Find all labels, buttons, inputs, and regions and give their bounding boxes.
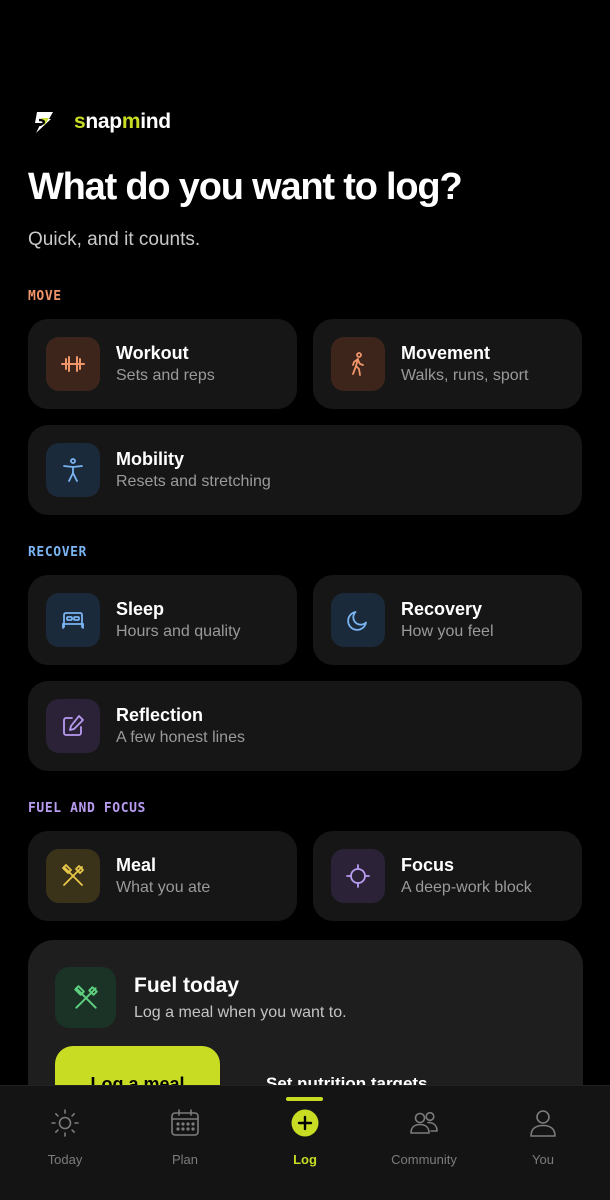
log-screen: snapmind What do you want to log? Quick,…	[0, 0, 610, 1200]
tab-label: Log	[293, 1152, 317, 1167]
focus-icon-box	[331, 849, 385, 903]
walking-icon	[352, 352, 364, 376]
calendar-icon	[171, 1109, 199, 1136]
card-subtitle: Sets and reps	[116, 367, 215, 384]
logo-text-part: s	[74, 110, 86, 133]
card-title: Reflection	[116, 705, 204, 725]
movement-icon-box	[331, 337, 385, 391]
app-logo: snapmind	[32, 110, 171, 134]
log-card-meal[interactable]: Meal What you ate	[28, 831, 297, 921]
sun-icon	[51, 1109, 79, 1137]
log-card-sleep[interactable]: Sleep Hours and quality	[28, 575, 297, 665]
tab-icon-wrap	[407, 1106, 441, 1140]
log-card-recovery[interactable]: Recovery How you feel	[313, 575, 582, 665]
card-subtitle: A deep-work block	[401, 879, 532, 896]
log-card-mobility[interactable]: Mobility Resets and stretching	[28, 425, 582, 515]
card-subtitle: Hours and quality	[116, 623, 241, 640]
tab-label: Community	[391, 1152, 457, 1167]
edit-note-icon	[63, 715, 84, 736]
tab-today[interactable]: Today	[5, 1086, 125, 1200]
logo-text-part: nap	[85, 110, 122, 133]
card-title: Mobility	[116, 449, 184, 469]
card-title: Movement	[401, 343, 491, 363]
card-title: Sleep	[116, 599, 165, 619]
plus-circle-icon	[291, 1109, 319, 1137]
tab-label: Today	[47, 1152, 83, 1167]
logo-text-part: m	[121, 110, 141, 133]
page-title: What do you want to log?	[28, 166, 463, 208]
fuel-today-title: Fuel today	[134, 974, 240, 997]
mobility-icon-box	[46, 443, 100, 497]
card-subtitle: A few honest lines	[116, 729, 245, 746]
app-name: snapmind	[74, 110, 171, 134]
card-title: Meal	[116, 855, 157, 875]
meal-icon-box	[46, 849, 100, 903]
tab-icon-wrap	[526, 1106, 560, 1140]
tab-icon-wrap	[288, 1106, 322, 1140]
utensils-icon	[73, 984, 98, 1009]
tab-label: You	[532, 1152, 554, 1167]
card-subtitle: Walks, runs, sport	[401, 367, 529, 384]
tab-log[interactable]: Log	[245, 1086, 365, 1200]
card-title: Workout	[116, 343, 189, 363]
section-label-fuel-and-focus: FUEL AND FOCUS	[28, 801, 146, 816]
card-subtitle: Resets and stretching	[116, 473, 271, 490]
log-card-workout[interactable]: Workout Sets and reps	[28, 319, 297, 409]
workout-icon-box	[46, 337, 100, 391]
tab-icon-wrap	[48, 1106, 82, 1140]
utensils-icon	[62, 864, 84, 886]
card-title: Recovery	[401, 599, 483, 619]
tab-plan[interactable]: Plan	[125, 1086, 245, 1200]
section-label-move: MOVE	[28, 289, 62, 304]
dumbbell-icon	[61, 356, 85, 372]
card-title: Focus	[401, 855, 455, 875]
logo-text-part: ind	[140, 110, 171, 133]
moon-icon	[347, 611, 367, 631]
tab-you[interactable]: You	[483, 1086, 603, 1200]
bed-icon	[62, 612, 84, 629]
tab-community[interactable]: Community	[364, 1086, 484, 1200]
sleep-icon-box	[46, 593, 100, 647]
log-card-movement[interactable]: Movement Walks, runs, sport	[313, 319, 582, 409]
section-label-recover: RECOVER	[28, 545, 87, 560]
fuel-today-subtitle: Log a meal when you want to.	[134, 1004, 347, 1021]
log-card-focus[interactable]: Focus A deep-work block	[313, 831, 582, 921]
page-subtitle: Quick, and it counts.	[28, 229, 201, 250]
person-icon	[530, 1110, 556, 1137]
card-subtitle: How you feel	[401, 623, 494, 640]
reflection-icon-box	[46, 699, 100, 753]
bottom-tab-bar: Today Plan Log Community You	[0, 1085, 610, 1200]
people-icon	[410, 1111, 438, 1134]
crosshair-icon	[346, 864, 370, 888]
active-tab-indicator	[286, 1097, 323, 1101]
snapmind-logo-icon	[35, 112, 53, 133]
stretch-figure-icon	[63, 458, 83, 482]
log-card-reflection[interactable]: Reflection A few honest lines	[28, 681, 582, 771]
tab-label: Plan	[171, 1152, 199, 1167]
card-subtitle: What you ate	[116, 879, 211, 896]
fuel-today-icon-box	[55, 967, 116, 1028]
tab-icon-wrap	[168, 1106, 202, 1140]
recovery-icon-box	[331, 593, 385, 647]
